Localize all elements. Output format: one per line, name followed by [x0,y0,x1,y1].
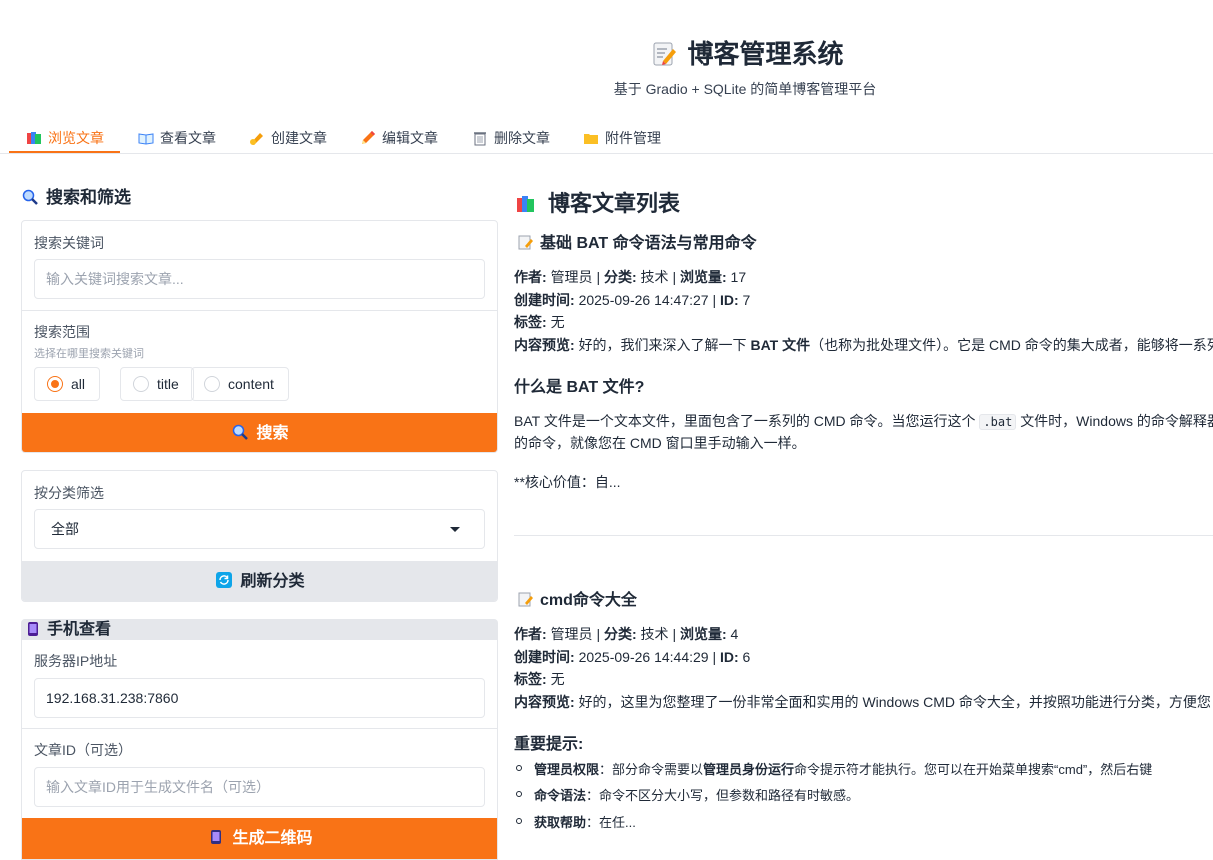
post-tags-line: 标签: 无 [514,314,565,330]
post-section-heading: 什么是 BAT 文件? [514,379,645,396]
divider [22,310,497,311]
magnifier-icon [232,424,249,440]
phone-icon [208,829,224,845]
post-preview-line: 内容预览: 好的，我们来深入了解一下 BAT 文件（也称为批处理文件）。它是 C… [514,337,1213,353]
radio-dot [47,376,63,392]
article-list-area: 博客文章列表 基础 BAT 命令语法与常用命令 作者: 管理员 | 分类: 技术… [514,180,1213,860]
tab-delete[interactable]: 删除文章 [472,122,550,154]
post-tags-line: 标签: 无 [514,671,565,687]
memo-icon [518,592,533,607]
mobile-panel: 服务器IP地址 192.168.31.238:7860 文章ID（可选） 输入文… [21,640,498,860]
post-title[interactable]: cmd命令大全 [518,586,637,610]
search-filter-heading: 搜索和筛选 [22,183,131,208]
memo-icon [651,41,677,67]
radio-dot [204,376,220,392]
list-item: 获取帮助：在任... [534,815,636,830]
post-created-line: 创建时间: 2025-09-26 14:47:27 | ID: 7 [514,292,751,308]
post-paragraph: BAT 文件是一个文本文件，里面包含了一系列的 CMD 命令。当您运行这个 .b… [514,413,1213,430]
app-header: 博客管理系统 基于 Gradio + SQLite 的简单博客管理平台 [0,0,1213,110]
folder-icon [583,130,599,146]
post-paragraph-cont: 的命令，就像您在 CMD 窗口里手动输入一样。 [514,435,806,451]
writing-hand-icon [249,130,265,146]
divider [22,728,497,729]
server-ip-label: 服务器IP地址 [34,653,118,669]
active-tab-indicator [9,151,120,153]
scope-radio-title[interactable]: title [120,367,194,401]
app-subtitle: 基于 Gradio + SQLite 的简单博客管理平台 [613,81,877,97]
search-panel: 搜索关键词 输入关键词搜索文章... 搜索范围 选择在哪里搜索关键词 all t… [21,220,498,453]
scope-info: 选择在哪里搜索关键词 [34,348,144,360]
article-list-heading: 博客文章列表 [516,186,680,218]
scope-radio-content[interactable]: content [191,367,289,401]
keyword-label: 搜索关键词 [34,235,104,251]
post-section-heading: 重要提示: [514,736,584,753]
tab-edit[interactable]: 编辑文章 [360,122,438,154]
phone-icon [27,622,39,636]
scope-radio-all[interactable]: all [34,367,101,401]
post-preview-line: 内容预览: 好的，这里为您整理了一份非常全面和实用的 Windows CMD 命… [514,694,1211,710]
memo-icon [518,235,533,250]
scope-label: 搜索范围 [34,324,90,340]
server-ip-input[interactable]: 192.168.31.238:7860 [34,678,485,718]
post-title[interactable]: 基础 BAT 命令语法与常用命令 [518,229,757,253]
tab-create[interactable]: 创建文章 [249,122,327,154]
refresh-category-button[interactable]: 刷新分类 [22,561,497,601]
post-created-line: 创建时间: 2025-09-26 14:44:29 | ID: 6 [514,649,751,665]
post-meta-line: 作者: 管理员 | 分类: 技术 | 浏览量: 17 [514,269,747,285]
list-item: 管理员权限：部分命令需要以管理员身份运行命令提示符才能执行。您可以在开始菜单搜索… [534,762,1153,777]
page-title: 博客管理系统 [0,34,1213,71]
pencil-icon [360,130,376,146]
category-label: 按分类筛选 [34,485,104,501]
books-icon [26,130,42,146]
app-title-text: 博客管理系统 [687,39,844,69]
tab-browse[interactable]: 浏览文章 [26,122,104,154]
search-button[interactable]: 搜索 [22,413,497,452]
open-book-icon [138,130,154,146]
bullet-icon [516,791,522,797]
post-tail: **核心价值：自... [514,474,621,490]
bullet-icon [516,765,522,771]
post-divider [514,535,1213,536]
tab-view[interactable]: 查看文章 [138,122,216,154]
post-meta-line: 作者: 管理员 | 分类: 技术 | 浏览量: 4 [514,626,739,642]
generate-qr-button[interactable]: 生成二维码 [22,818,497,859]
inline-code: .bat [979,414,1017,430]
books-icon [516,194,536,214]
tab-attachments[interactable]: 附件管理 [583,122,661,154]
refresh-icon [216,572,233,588]
article-id-label: 文章ID（可选） [34,742,132,758]
tab-bar: 浏览文章 查看文章 创建文章 编辑文章 删除文章 附件管理 [0,122,1213,154]
article-id-input[interactable]: 输入文章ID用于生成文件名（可选） [34,767,485,807]
radio-dot [133,376,149,392]
trash-icon [472,130,488,146]
mobile-view-heading: 手机查看 [21,619,498,640]
list-item: 命令语法：命令不区分大小写，但参数和路径有时敏感。 [534,788,860,803]
category-panel: 按分类筛选 全部 刷新分类 [21,470,498,602]
chevron-down-icon [450,527,460,532]
bullet-icon [516,818,522,824]
category-dropdown[interactable]: 全部 [34,509,485,549]
magnifier-icon [22,189,38,205]
keyword-input[interactable]: 输入关键词搜索文章... [34,259,485,299]
